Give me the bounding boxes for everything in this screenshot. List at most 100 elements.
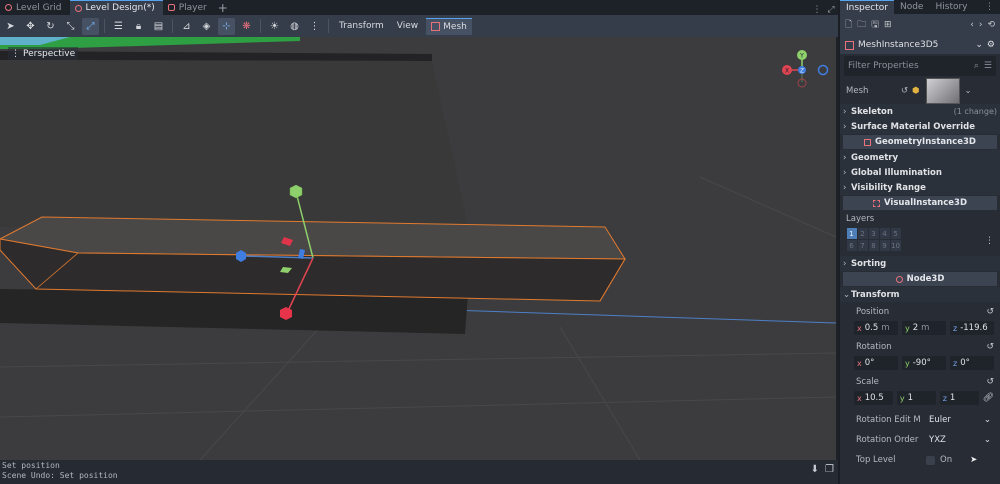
tool-icon[interactable]: ⚙: [987, 40, 995, 50]
mesh-label: Mesh: [846, 86, 869, 96]
rotation-x-field[interactable]: x 0°: [854, 356, 898, 370]
environment-icon[interactable]: ◍: [286, 18, 303, 35]
layer-toggle[interactable]: 8: [868, 240, 879, 251]
scale-x-field[interactable]: x 10.5: [854, 391, 893, 405]
menu-dots-icon[interactable]: ⋮: [810, 5, 824, 15]
visual-instance-icon: [873, 199, 880, 207]
scale-z-field[interactable]: z1: [939, 391, 979, 405]
scale-values: x 10.5 y1 z1 🔗︎: [840, 389, 1000, 407]
menu-dots-icon[interactable]: ⋮: [979, 0, 1000, 14]
extra-icon[interactable]: ⊞: [884, 20, 892, 30]
transform-menu[interactable]: Transform: [334, 18, 389, 35]
menu-dots-icon[interactable]: ⋮: [985, 236, 994, 246]
view-menu[interactable]: View: [392, 18, 423, 35]
section-transform[interactable]: ⌄ Transform: [840, 287, 1000, 302]
rotation-order-label: Rotation Order: [856, 435, 919, 445]
layer-toggle[interactable]: 9: [879, 240, 890, 251]
section-visibility-range[interactable]: › Visibility Range: [840, 180, 1000, 195]
selected-node-bar[interactable]: MeshInstance3D5 ⌄ ⚙: [840, 36, 1000, 54]
layer-toggle[interactable]: 2: [857, 228, 868, 239]
inspector-toolbar: 🗋 🗀 🖫 ⊞ ‹ › ⟲: [840, 14, 1000, 36]
layer-toggle[interactable]: 4: [879, 228, 890, 239]
filter-menu-icon[interactable]: ☰: [984, 61, 992, 71]
gizmo-z-label: Z: [800, 68, 804, 75]
section-skeleton[interactable]: › Skeleton (1 change): [840, 104, 1000, 119]
layer-toggle[interactable]: 5: [890, 228, 901, 239]
scene-tab-level-design[interactable]: Level Design(*): [69, 0, 163, 15]
chevron-down-icon[interactable]: ⌄: [965, 86, 972, 96]
mesh-preview[interactable]: [925, 78, 960, 104]
chevron-down-icon[interactable]: ⌄: [975, 40, 983, 50]
copy-icon[interactable]: ❐: [825, 465, 834, 475]
new-resource-icon[interactable]: 🗋: [845, 17, 852, 33]
tab-history[interactable]: History: [929, 0, 973, 14]
inspector-tab-bar: Inspector Node History ⋮: [840, 0, 1000, 14]
orientation-gizmo[interactable]: Y X Z: [780, 50, 836, 100]
more-options-icon[interactable]: ⋮: [306, 18, 323, 35]
top-level-checkbox[interactable]: [926, 455, 935, 465]
mouse-cursor-icon: ➤: [970, 455, 978, 465]
filter-properties-input[interactable]: Filter Properties ⌕ ☰: [844, 56, 996, 76]
lock-icon[interactable]: 🔒︎: [130, 18, 147, 35]
preview-light-icon[interactable]: ❋: [238, 18, 255, 35]
rotation-edit-mode-select[interactable]: Euler ⌄: [926, 413, 994, 427]
layer-toggle[interactable]: 10: [890, 240, 901, 251]
save-icon[interactable]: 🖫: [871, 17, 879, 33]
rotation-y-field[interactable]: y -90°: [902, 356, 946, 370]
mesh-menu[interactable]: Mesh: [426, 17, 472, 35]
section-geometry[interactable]: › Geometry: [840, 150, 1000, 165]
revert-icon[interactable]: ↺: [986, 342, 994, 352]
perspective-menu[interactable]: ⋮ Perspective: [8, 47, 79, 60]
position-y-field[interactable]: y2m: [902, 321, 946, 335]
ruler-icon[interactable]: ⊿: [178, 18, 195, 35]
rotation-order-row: Rotation Order YXZ ⌄: [840, 430, 1000, 450]
history-back-icon[interactable]: ‹: [970, 20, 974, 30]
node3d-icon: [5, 4, 12, 11]
scale-label: Scale: [856, 376, 879, 387]
top-level-row: Top Level On ➤: [840, 450, 1000, 470]
tab-node[interactable]: Node: [894, 0, 930, 14]
revert-icon[interactable]: ↺: [901, 86, 908, 96]
position-x-field[interactable]: x 0.5 m: [854, 321, 898, 335]
history-icon[interactable]: ⟲: [987, 20, 995, 30]
resource-icon[interactable]: ⬢: [912, 86, 919, 96]
layer-toggle[interactable]: 6: [846, 240, 857, 251]
chevron-down-icon: ⌄: [843, 289, 851, 300]
filter-placeholder: Filter Properties: [848, 61, 919, 71]
add-scene-tab-icon[interactable]: +: [215, 1, 231, 15]
scene-tab-player[interactable]: Player: [163, 0, 215, 15]
rotation-order-select[interactable]: YXZ ⌄: [926, 433, 994, 447]
pan-mode-icon[interactable]: ⤢: [82, 17, 99, 35]
rotate-mode-icon[interactable]: ↻: [42, 18, 59, 35]
distraction-free-icon[interactable]: ⤢: [824, 5, 838, 15]
snap-icon[interactable]: ⊹: [218, 17, 235, 35]
position-z-field[interactable]: z -119.6: [950, 321, 994, 335]
scale-mode-icon[interactable]: ⤡: [62, 18, 79, 35]
move-mode-icon[interactable]: ✥: [22, 18, 39, 35]
section-surface-material[interactable]: › Surface Material Override: [840, 119, 1000, 134]
list-select-icon[interactable]: ☰: [110, 18, 127, 35]
section-sorting[interactable]: › Sorting: [840, 256, 1000, 271]
pin-icon[interactable]: ⬇: [811, 465, 819, 475]
rotation-z-field[interactable]: z 0°: [950, 356, 994, 370]
layer-toggle[interactable]: 7: [857, 240, 868, 251]
sun-icon[interactable]: ☀: [266, 18, 283, 35]
local-space-icon[interactable]: ◈: [198, 18, 215, 35]
tab-inspector[interactable]: Inspector: [840, 0, 894, 14]
layer-toggle[interactable]: 1: [846, 228, 857, 239]
rotation-edit-mode-row: Rotation Edit M Euler ⌄: [840, 410, 1000, 430]
scene-tab-level-grid[interactable]: Level Grid: [0, 0, 70, 15]
open-folder-icon[interactable]: 🗀: [857, 17, 866, 33]
history-forward-icon[interactable]: ›: [979, 20, 983, 30]
layer-toggle[interactable]: 3: [868, 228, 879, 239]
select-mode-icon[interactable]: ➤: [2, 18, 19, 35]
section-global-illumination[interactable]: › Global Illumination: [840, 165, 1000, 180]
position-label-row: Position ↺: [840, 304, 1000, 319]
3d-viewport[interactable]: ⋮ Perspective Y X Z: [0, 37, 836, 460]
rotation-label: Rotation: [856, 341, 892, 352]
link-icon[interactable]: 🔗︎: [983, 393, 994, 403]
revert-icon[interactable]: ↺: [986, 377, 994, 387]
group-icon[interactable]: ▤: [150, 18, 167, 35]
scale-y-field[interactable]: y1: [896, 391, 936, 405]
revert-icon[interactable]: ↺: [986, 307, 994, 317]
